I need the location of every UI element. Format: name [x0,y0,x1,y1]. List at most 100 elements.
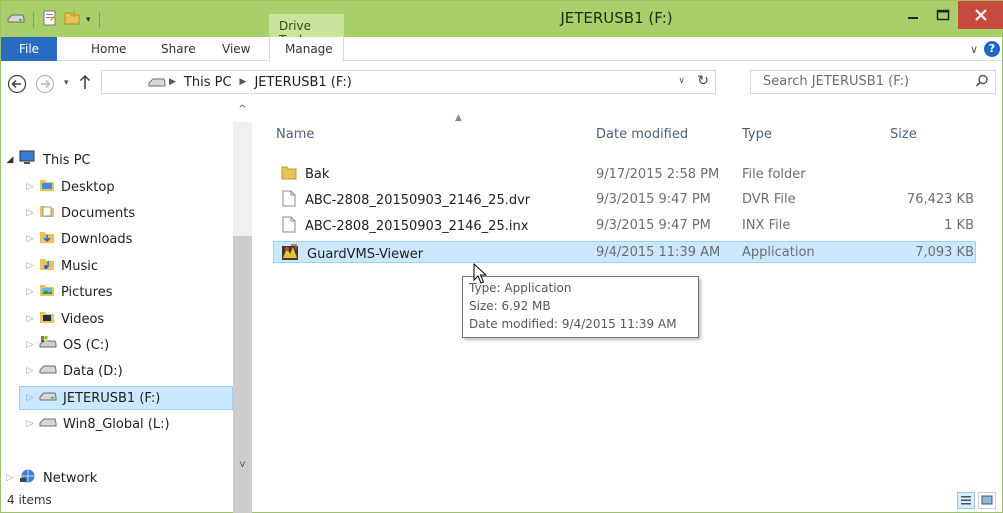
explorer-window: ▾ Drive Tools JETERUSB1 (F:) File Home S… [0,0,1003,513]
desktop-folder-icon [39,178,55,196]
drive-icon [39,416,57,432]
up-arrow-icon [79,74,91,89]
tooltip-size: Size: 6.92 MB [469,299,551,313]
tab-file[interactable]: File [1,37,57,61]
column-header-name[interactable]: Name [276,127,314,142]
nav-item-network[interactable]: ▷ Network [1,466,233,490]
search-icon[interactable] [975,74,989,92]
file-row-inx[interactable]: ABC-2808_20150903_2146_25.inx 9/3/2015 9… [274,215,977,237]
expand-icon[interactable]: ▷ [25,366,35,376]
nav-item-this-pc[interactable]: ◢ This PC [1,148,233,172]
breadcrumb-this-pc[interactable]: This PC [184,75,232,90]
file-name: Bak [305,167,330,182]
collapse-icon[interactable]: ◢ [5,155,15,165]
tab-view[interactable]: View [222,37,250,61]
nav-item-documents[interactable]: ▷ Documents [1,201,233,225]
maximize-button[interactable] [928,1,958,29]
expand-ribbon-icon[interactable]: ∨ [970,43,978,56]
expand-icon[interactable]: ▷ [25,182,35,192]
nav-item-jeterusb1-f[interactable]: ▷ JETERUSB1 (F:) [19,386,233,410]
file-type: DVR File [742,192,796,207]
expand-icon[interactable]: ▷ [25,234,35,244]
file-row-guardvms-viewer[interactable]: GuardVMS-Viewer 9/4/2015 11:39 AM Applic… [273,241,976,263]
file-info-tooltip: Type: Application Size: 6.92 MB Date mod… [462,276,699,338]
search-input[interactable]: Search JETERUSB1 (F:) [750,70,996,94]
minimize-button[interactable] [898,1,928,29]
expand-icon[interactable]: ▷ [25,393,35,403]
nav-label: Videos [61,311,105,327]
navigation-pane: ◢ This PC ▷ Desktop ▷ Documents ▷ Downlo… [1,102,252,513]
file-type: INX File [742,218,791,233]
nav-item-data-d[interactable]: ▷ Data (D:) [1,359,233,383]
windows-drive-icon [39,336,57,354]
address-bar[interactable]: ▶ This PC ▶ JETERUSB1 (F:) ∨ ↻ [101,70,716,94]
minimize-icon [908,17,918,19]
window-title: JETERUSB1 (F:) [1,9,1002,27]
expand-icon[interactable]: ▷ [5,473,15,483]
file-date: 9/4/2015 11:39 AM [596,245,721,260]
file-row-bak[interactable]: Bak 9/17/2015 2:58 PM File folder [274,164,977,186]
file-name-cell: ABC-2808_20150903_2146_25.dvr [281,190,530,211]
nav-label: OS (C:) [63,337,110,353]
usb-drive-icon [39,390,57,406]
nav-item-videos[interactable]: ▷ Videos [1,307,233,331]
nav-item-os-c[interactable]: ▷ OS (C:) [1,333,233,357]
tab-share[interactable]: Share [161,37,196,61]
nav-item-pictures[interactable]: ▷ Pictures [1,280,233,304]
file-date: 9/3/2015 9:47 PM [596,192,711,207]
file-icon [281,216,297,237]
breadcrumb-separator-icon[interactable]: ▶ [169,77,176,87]
file-size: 1 KB [944,218,974,233]
address-dropdown-icon[interactable]: ∨ [678,76,685,86]
nav-item-music[interactable]: ▷ Music [1,254,233,278]
nav-item-downloads[interactable]: ▷ Downloads [1,227,233,251]
file-type: Application [742,245,815,260]
nav-label: Desktop [61,179,115,195]
expand-icon[interactable]: ▷ [25,208,35,218]
item-count: 4 items [7,493,52,507]
file-row-dvr[interactable]: ABC-2808_20150903_2146_25.dvr 9/3/2015 9… [274,189,977,211]
file-icon [281,190,297,211]
expand-icon[interactable]: ▷ [25,261,35,271]
file-date: 9/17/2015 2:58 PM [596,167,720,182]
expand-icon[interactable]: ▷ [25,419,35,429]
file-name-cell: Bak [281,165,329,184]
close-icon [975,9,987,21]
expand-icon[interactable]: ▷ [25,340,35,350]
file-name: GuardVMS-Viewer [307,246,424,262]
file-name: ABC-2808_20150903_2146_25.inx [305,219,529,234]
breadcrumb-separator-icon[interactable]: ▶ [240,77,247,87]
status-bar: 4 items [1,489,1002,513]
large-icons-view-icon[interactable] [978,492,996,509]
tooltip-date-modified: Date modified: 9/4/2015 11:39 AM [469,317,677,331]
tab-manage[interactable]: Manage [269,37,344,62]
scroll-up-icon[interactable]: ^ [233,104,252,122]
navigation-bar: ▾ ▶ This PC ▶ JETERUSB1 (F:) ∨ ↻ Search … [1,62,1002,102]
forward-button[interactable] [35,74,55,98]
forward-arrow-icon [35,74,55,94]
nav-item-win8-global-l[interactable]: ▷ Win8_Global (L:) [1,412,233,436]
file-size: 76,423 KB [906,192,974,207]
mouse-cursor-icon [473,262,488,289]
column-header-type[interactable]: Type [742,127,772,142]
scroll-down-icon[interactable]: v [233,459,252,477]
recent-locations-icon[interactable]: ▾ [64,78,69,88]
refresh-icon[interactable]: ↻ [697,73,709,89]
back-button[interactable] [7,74,27,98]
close-button[interactable] [958,1,1003,29]
nav-item-desktop[interactable]: ▷ Desktop [1,175,233,199]
computer-icon [19,150,37,170]
file-name: ABC-2808_20150903_2146_25.dvr [305,193,531,208]
help-icon[interactable]: ? [984,41,1000,57]
breadcrumb-current-drive[interactable]: JETERUSB1 (F:) [254,75,351,90]
back-arrow-icon [7,74,27,94]
details-view-icon[interactable] [957,492,975,509]
column-header-size[interactable]: Size [890,127,917,142]
tab-home[interactable]: Home [91,37,126,61]
expand-icon[interactable]: ▷ [25,287,35,297]
up-button[interactable] [78,73,92,95]
column-header-date-modified[interactable]: Date modified [596,127,688,142]
downloads-folder-icon [39,230,55,248]
expand-icon[interactable]: ▷ [25,314,35,324]
file-date: 9/3/2015 9:47 PM [596,218,711,233]
